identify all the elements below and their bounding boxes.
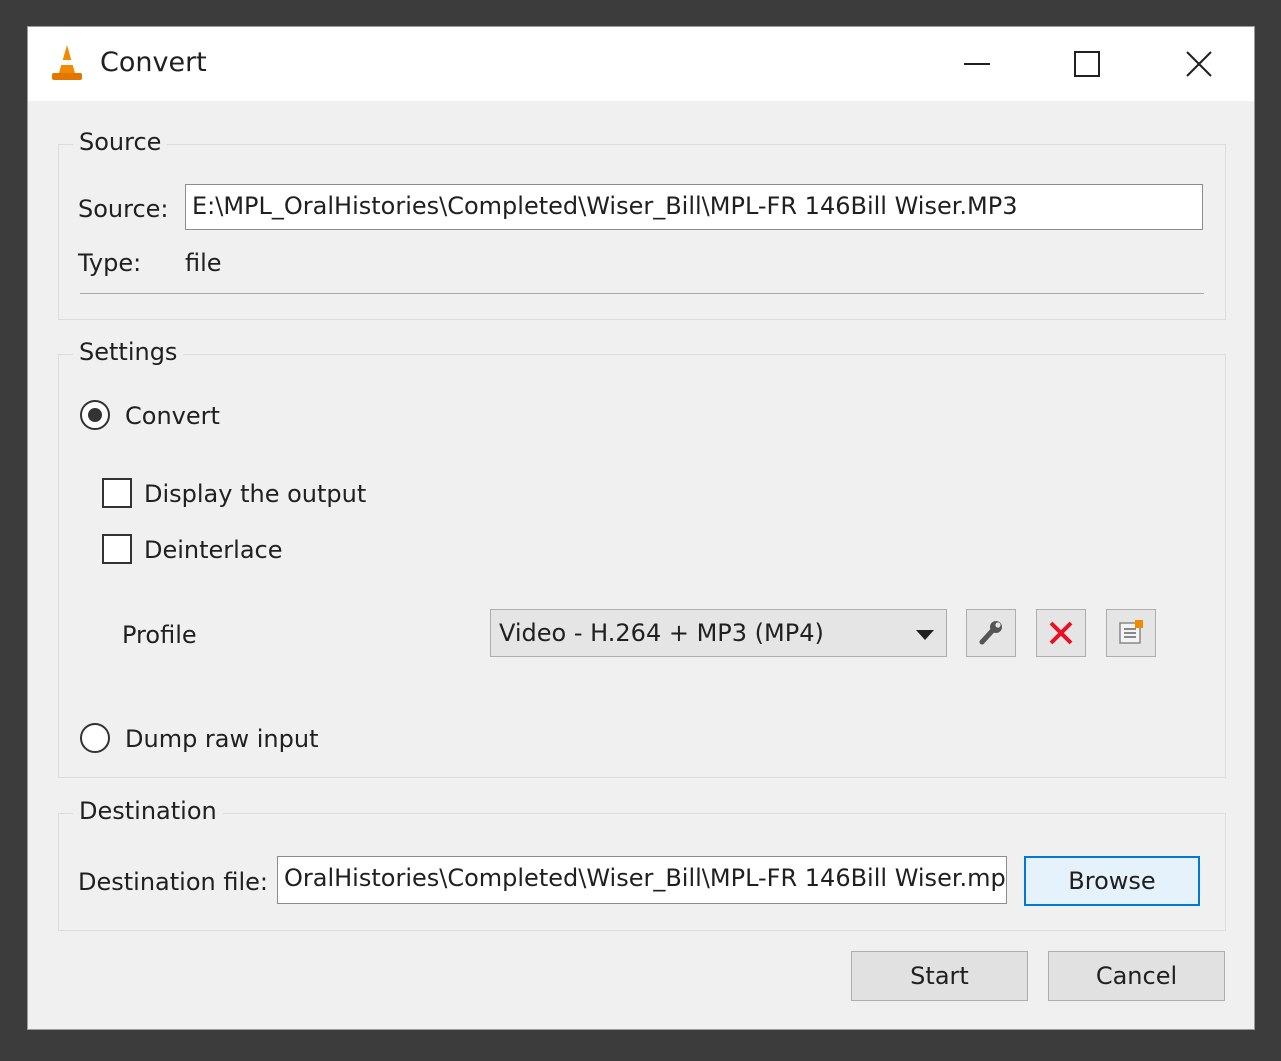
source-input[interactable]: E:\MPL_OralHistories\Completed\Wiser_Bil… [185,184,1203,230]
settings-group: Settings [58,338,1226,778]
maximize-button[interactable] [1032,27,1142,101]
type-label: Type: [78,249,142,277]
profile-label: Profile [122,621,197,649]
source-separator [80,293,1204,294]
dropdown-arrow-icon [916,630,934,640]
dump-raw-label[interactable]: Dump raw input [125,725,319,753]
destination-file-input[interactable]: OralHistories\Completed\Wiser_Bill\MPL-F… [277,856,1007,904]
new-profile-icon [1119,620,1143,644]
display-output-checkbox[interactable] [102,478,132,508]
convert-radio-label[interactable]: Convert [125,402,220,430]
destination-group-label: Destination [73,797,223,825]
settings-group-label: Settings [73,338,184,366]
window-title: Convert [100,47,207,78]
minimize-icon [964,63,990,65]
vlc-cone-icon [52,45,82,80]
deinterlace-checkbox[interactable] [102,534,132,564]
delete-profile-button[interactable] [1036,609,1086,657]
deinterlace-label[interactable]: Deinterlace [144,536,283,564]
delete-x-icon [1049,621,1073,645]
convert-dialog: Convert Source Source: E:\MPL_OralHistor… [27,26,1255,1030]
maximize-icon [1074,51,1100,77]
close-button[interactable] [1144,27,1254,101]
start-button[interactable]: Start [851,951,1028,1001]
source-group-label: Source [73,128,168,156]
cancel-button[interactable]: Cancel [1048,951,1225,1001]
browse-button[interactable]: Browse [1024,856,1200,906]
profile-dropdown[interactable]: Video - H.264 + MP3 (MP4) [490,609,947,657]
title-bar[interactable]: Convert [28,27,1254,101]
wrench-icon [979,621,1002,645]
new-profile-button[interactable] [1106,609,1156,657]
convert-radio[interactable] [80,400,110,430]
radio-selected-dot [88,408,102,422]
display-output-label[interactable]: Display the output [144,480,366,508]
dump-raw-radio[interactable] [80,723,110,753]
type-value: file [185,249,222,277]
close-icon [1186,51,1212,77]
edit-profile-button[interactable] [966,609,1016,657]
destination-file-label: Destination file: [78,868,268,896]
source-label: Source: [78,195,169,223]
minimize-button[interactable] [922,27,1032,101]
profile-selected-value: Video - H.264 + MP3 (MP4) [499,619,824,647]
